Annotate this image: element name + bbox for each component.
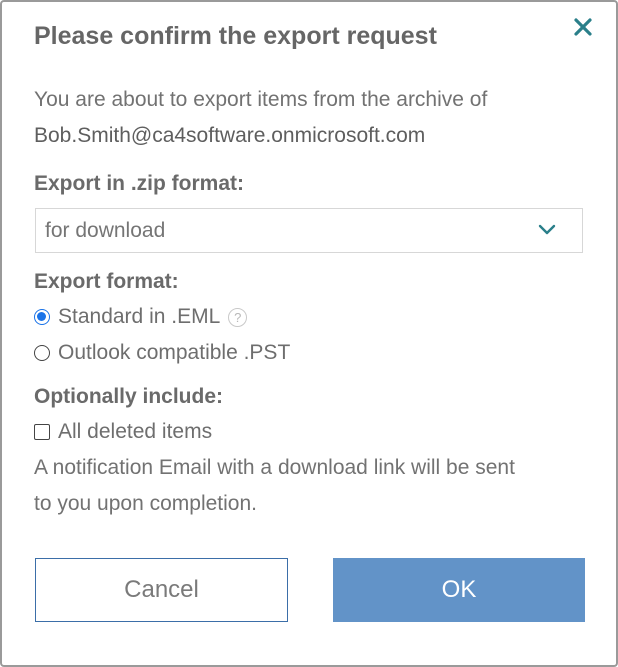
eml-option-label: Standard in .EML: [58, 305, 221, 328]
pst-radio[interactable]: [34, 345, 50, 361]
zip-format-select[interactable]: for download: [35, 208, 583, 253]
chevron-down-icon: [538, 224, 556, 235]
close-icon: [574, 18, 592, 36]
deleted-items-label: All deleted items: [58, 420, 213, 443]
optionally-include-label: Optionally include:: [34, 385, 224, 408]
pst-option-label: Outlook compatible .PST: [58, 341, 291, 364]
include-deleted-option[interactable]: All deleted items: [34, 418, 212, 446]
format-option-eml[interactable]: Standard in .EML ?: [34, 303, 248, 331]
format-option-pst[interactable]: Outlook compatible .PST: [34, 339, 290, 367]
cancel-button[interactable]: Cancel: [35, 558, 288, 622]
dialog-title: Please confirm the export request: [34, 22, 437, 50]
deleted-items-checkbox[interactable]: [34, 424, 50, 440]
notification-notice-cont: to you upon completion.: [34, 492, 257, 515]
eml-radio[interactable]: [34, 309, 50, 325]
zip-format-value: for download: [45, 219, 166, 242]
export-confirm-dialog: Please confirm the export request You ar…: [0, 0, 618, 667]
archive-email: Bob.Smith@ca4software.onmicrosoft.com: [34, 124, 426, 147]
help-icon[interactable]: ?: [228, 307, 248, 327]
zip-format-label: Export in .zip format:: [34, 172, 244, 195]
export-message: You are about to export items from the a…: [34, 88, 488, 111]
notification-notice: A notification Email with a download lin…: [34, 456, 515, 479]
close-button[interactable]: [568, 12, 598, 42]
ok-button[interactable]: OK: [333, 558, 585, 622]
export-format-label: Export format:: [34, 270, 179, 293]
